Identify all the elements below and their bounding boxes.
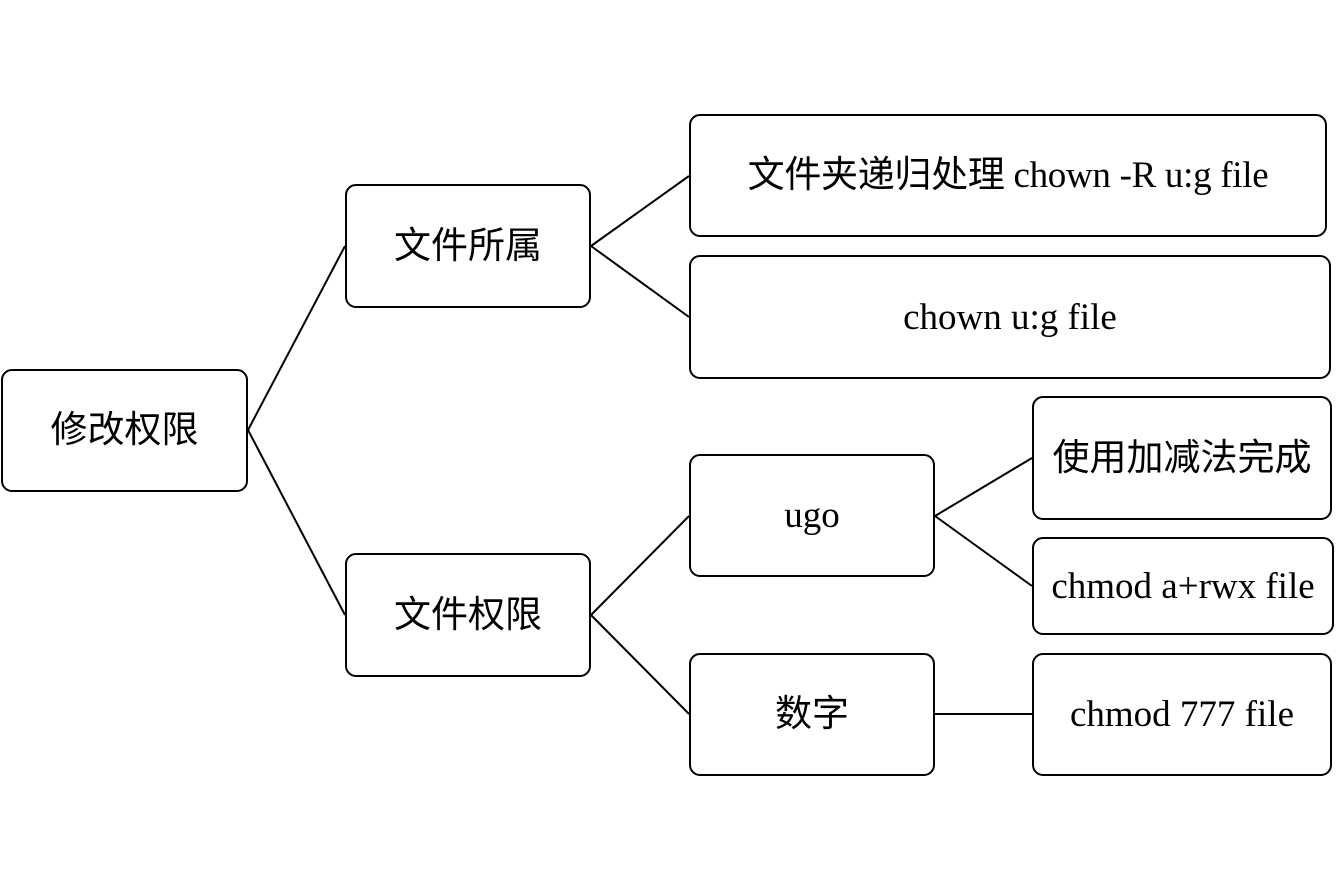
edge-root-owner xyxy=(247,245,346,431)
edge-permission-ugo xyxy=(590,515,690,616)
permission-tree-diagram: 修改权限 文件所属 文件权限 文件夹递归处理 chown -R u:g file… xyxy=(0,0,1338,889)
node-label: 文件所属 xyxy=(394,225,542,267)
edge-permission-number xyxy=(590,614,690,715)
node-chmod-a-rwx: chmod a+rwx file xyxy=(1032,537,1334,635)
edge-owner-chown xyxy=(590,245,690,318)
node-numeric: 数字 xyxy=(689,653,935,776)
node-file-ownership: 文件所属 xyxy=(345,184,591,308)
edge-ugo-chmoda xyxy=(934,515,1033,587)
node-label: 修改权限 xyxy=(50,410,199,451)
edge-ugo-addsub xyxy=(934,457,1033,517)
node-label: 使用加减法完成 xyxy=(1052,437,1312,479)
node-label: 数字 xyxy=(775,694,849,735)
node-label: 文件权限 xyxy=(394,594,542,636)
node-recursive-chown: 文件夹递归处理 chown -R u:g file xyxy=(689,114,1327,237)
node-chmod-777: chmod 777 file xyxy=(1032,653,1332,776)
node-chown: chown u:g file xyxy=(689,255,1331,379)
node-label: 文件夹递归处理 chown -R u:g file xyxy=(747,155,1269,196)
node-label: chmod a+rwx file xyxy=(1051,565,1315,607)
edge-root-permission xyxy=(247,429,346,616)
node-label: chmod 777 file xyxy=(1069,694,1294,735)
edge-owner-recursive xyxy=(590,175,690,247)
node-label: ugo xyxy=(784,495,840,536)
node-label: chown u:g file xyxy=(903,296,1117,338)
node-ugo: ugo xyxy=(689,454,935,577)
node-modify-permissions: 修改权限 xyxy=(1,369,248,492)
node-add-subtract-method: 使用加减法完成 xyxy=(1032,396,1332,520)
node-file-permissions: 文件权限 xyxy=(345,553,591,677)
